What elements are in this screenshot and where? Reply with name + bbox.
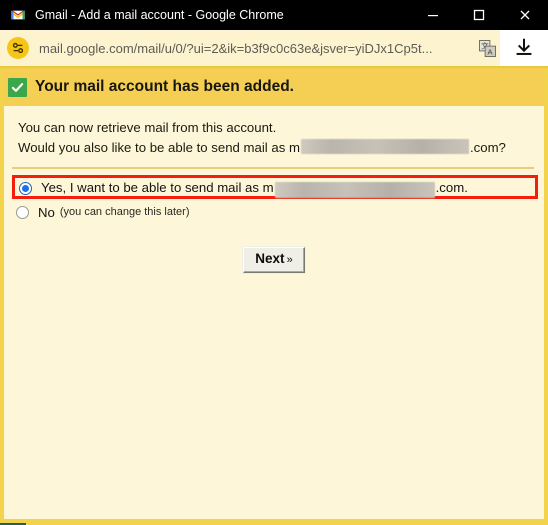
radio-option-yes[interactable]: Yes, I want to be able to send mail as m… — [19, 179, 468, 199]
redacted-email-domain — [300, 139, 469, 154]
green-check-icon — [8, 77, 27, 97]
maximize-icon — [473, 9, 485, 21]
minimize-icon — [428, 15, 438, 17]
download-button[interactable] — [500, 30, 548, 66]
radio-yes-indicator[interactable] — [19, 181, 32, 195]
next-button-chevron: » — [286, 254, 293, 266]
account-info-block: You can now retrieve mail from this acco… — [4, 106, 544, 157]
browser-toolbar: mail.google.com/mail/u/0/?ui=2&ik=b3f9c0… — [0, 30, 548, 68]
radio-yes-label: Yes, I want to be able to send mail as m… — [41, 179, 468, 199]
close-icon — [520, 10, 530, 20]
tune-settings-icon[interactable] — [7, 37, 29, 59]
address-bar-url[interactable]: mail.google.com/mail/u/0/?ui=2&ik=b3f9c0… — [39, 41, 474, 56]
info-line-1: You can now retrieve mail from this acco… — [18, 118, 544, 137]
window-title: Gmail - Add a mail account - Google Chro… — [35, 8, 284, 22]
success-banner: Your mail account has been added. — [4, 68, 544, 106]
highlighted-option-region: Yes, I want to be able to send mail as m… — [12, 175, 538, 199]
info-line-2-prefix: Would you also like to be able to send m… — [18, 140, 300, 155]
radio-no-indicator[interactable] — [16, 205, 29, 219]
maximize-button[interactable] — [456, 0, 502, 30]
download-icon — [516, 38, 532, 55]
radio-no-hint: (you can change this later) — [59, 206, 190, 218]
close-button[interactable] — [502, 0, 548, 30]
info-line-2: Would you also like to be able to send m… — [18, 137, 544, 157]
page-content: Your mail account has been added. You ca… — [0, 68, 548, 525]
chrome-browser-window: Gmail - Add a mail account - Google Chro… — [0, 0, 548, 525]
minimize-button[interactable] — [410, 0, 456, 30]
window-bottom-edge — [0, 519, 548, 525]
radio-no-label: No — [38, 204, 55, 220]
translate-button[interactable]: 文 A — [474, 33, 500, 63]
toolbar-actions: 文 A — [474, 30, 548, 66]
next-button-label: Next — [255, 251, 285, 266]
window-controls — [410, 0, 548, 30]
tune-glyph-icon — [12, 42, 24, 54]
section-divider — [12, 167, 534, 169]
redacted-email-domain-yes — [274, 182, 435, 199]
info-line-2-suffix: .com? — [469, 140, 506, 155]
info-line-1-text: You can now retrieve mail from this acco… — [18, 120, 277, 135]
next-button[interactable]: Next» — [243, 247, 305, 273]
radio-option-no[interactable]: No (you can change this later) — [16, 203, 544, 221]
check-glyph-icon — [11, 82, 24, 92]
gmail-m-icon — [11, 10, 25, 20]
success-message: Your mail account has been added. — [35, 78, 294, 95]
title-bar: Gmail - Add a mail account - Google Chro… — [0, 0, 548, 30]
radio-yes-label-suffix: .com. — [435, 179, 468, 195]
action-row: Next» — [4, 247, 544, 273]
translate-icon: 文 A — [478, 39, 496, 57]
radio-yes-label-prefix: Yes, I want to be able to send mail as m — [41, 179, 274, 195]
